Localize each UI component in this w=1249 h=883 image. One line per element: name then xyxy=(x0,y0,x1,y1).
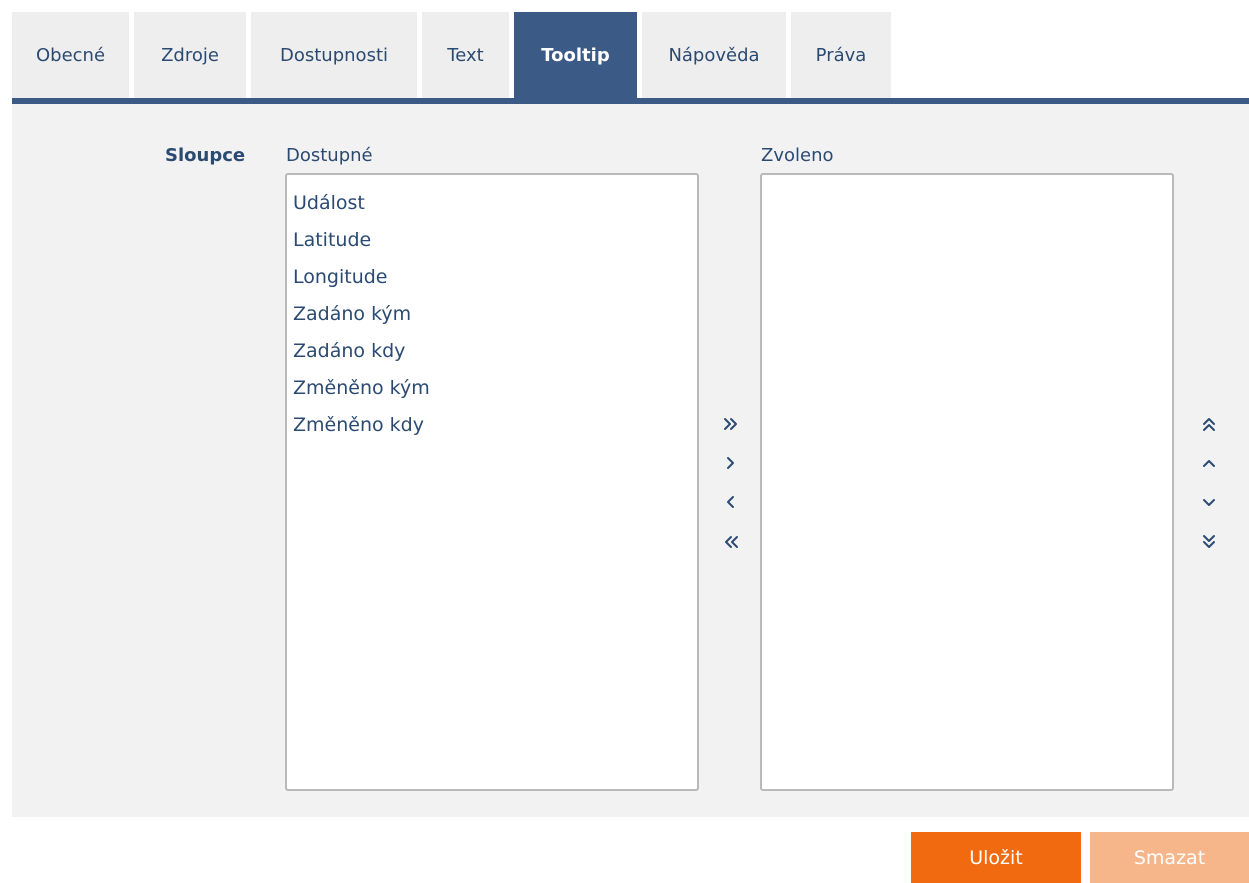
double-chevron-left-icon xyxy=(725,536,738,548)
move-top-button[interactable] xyxy=(1197,412,1221,436)
double-chevron-down-icon xyxy=(1203,535,1215,548)
move-bottom-button[interactable] xyxy=(1197,530,1221,554)
save-button-label: Uložit xyxy=(969,846,1023,869)
tab-bar: Obecné Zdroje Dostupnosti Text Tooltip N… xyxy=(12,12,891,98)
tab-prava[interactable]: Práva xyxy=(791,12,891,98)
delete-button[interactable]: Smazat xyxy=(1090,832,1249,883)
available-list-caption: Dostupné xyxy=(286,145,373,166)
move-all-left-button[interactable] xyxy=(719,530,743,554)
chevron-up-icon xyxy=(1203,460,1215,467)
tab-tooltip[interactable]: Tooltip xyxy=(514,12,637,98)
tab-label: Práva xyxy=(815,44,867,66)
move-down-button[interactable] xyxy=(1197,490,1221,514)
delete-button-label: Smazat xyxy=(1133,846,1206,869)
tab-obecne[interactable]: Obecné xyxy=(12,12,129,98)
move-up-button[interactable] xyxy=(1197,451,1221,475)
tab-dostupnosti[interactable]: Dostupnosti xyxy=(251,12,417,98)
list-item[interactable]: Událost xyxy=(287,185,697,222)
list-item[interactable]: Změněno kým xyxy=(287,370,697,407)
chevron-right-icon xyxy=(727,457,734,469)
list-item[interactable]: Změněno kdy xyxy=(287,407,697,444)
tab-label: Obecné xyxy=(35,44,106,66)
field-label-sloupce: Sloupce xyxy=(165,145,246,166)
form-window: Obecné Zdroje Dostupnosti Text Tooltip N… xyxy=(0,0,1249,883)
selected-listbox[interactable] xyxy=(760,173,1174,791)
double-chevron-up-icon xyxy=(1203,418,1215,431)
tab-label: Tooltip xyxy=(541,44,610,66)
list-item[interactable]: Longitude xyxy=(287,259,697,296)
move-left-button[interactable] xyxy=(719,490,743,514)
tab-napoveda[interactable]: Nápověda xyxy=(642,12,786,98)
tab-zdroje[interactable]: Zdroje xyxy=(134,12,246,98)
available-listbox[interactable]: Událost Latitude Longitude Zadáno kým Za… xyxy=(285,173,699,791)
chevron-left-icon xyxy=(727,496,734,508)
move-all-right-button[interactable] xyxy=(719,412,743,436)
save-button[interactable]: Uložit xyxy=(911,832,1081,883)
list-item[interactable]: Zadáno kdy xyxy=(287,333,697,370)
chevron-down-icon xyxy=(1203,499,1215,506)
selected-list-caption: Zvoleno xyxy=(761,145,834,166)
tab-label: Nápověda xyxy=(668,44,760,66)
list-item[interactable]: Zadáno kým xyxy=(287,296,697,333)
tab-label: Text xyxy=(447,44,484,66)
tab-label: Dostupnosti xyxy=(280,44,388,66)
tab-text[interactable]: Text xyxy=(422,12,509,98)
list-item[interactable]: Latitude xyxy=(287,222,697,259)
tab-label: Zdroje xyxy=(161,44,219,66)
move-right-button[interactable] xyxy=(719,451,743,475)
double-chevron-right-icon xyxy=(724,418,737,430)
